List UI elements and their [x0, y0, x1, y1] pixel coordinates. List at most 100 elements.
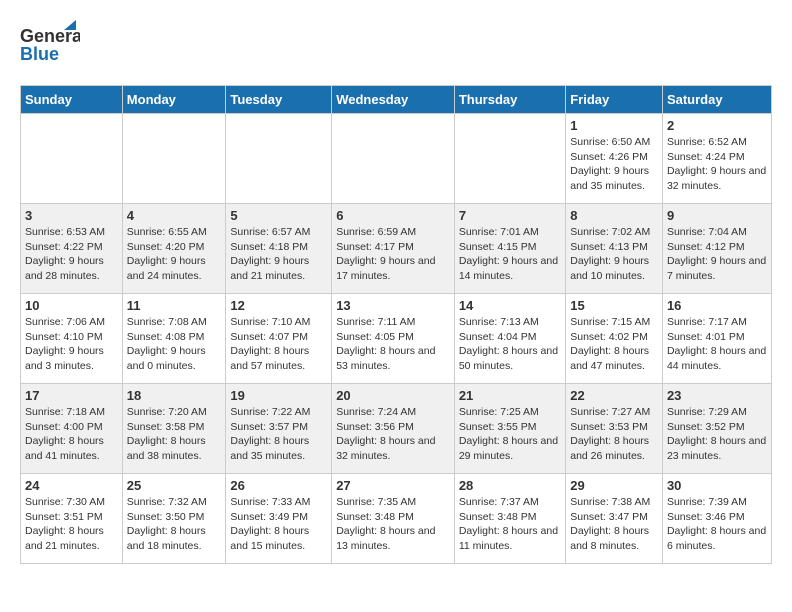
day-of-week-header: Wednesday	[332, 86, 455, 114]
calendar-day-cell: 22Sunrise: 7:27 AM Sunset: 3:53 PM Dayli…	[566, 384, 663, 474]
day-info: Sunrise: 7:10 AM Sunset: 4:07 PM Dayligh…	[230, 315, 327, 374]
day-info: Sunrise: 7:22 AM Sunset: 3:57 PM Dayligh…	[230, 405, 327, 464]
day-info: Sunrise: 7:30 AM Sunset: 3:51 PM Dayligh…	[25, 495, 118, 554]
day-info: Sunrise: 7:02 AM Sunset: 4:13 PM Dayligh…	[570, 225, 658, 284]
day-number: 15	[570, 298, 658, 313]
calendar-day-cell	[454, 114, 565, 204]
day-info: Sunrise: 6:50 AM Sunset: 4:26 PM Dayligh…	[570, 135, 658, 194]
day-of-week-header: Tuesday	[226, 86, 332, 114]
calendar-day-cell: 16Sunrise: 7:17 AM Sunset: 4:01 PM Dayli…	[662, 294, 771, 384]
calendar-week-row: 17 Sunrise: 7:18 AM Sunset: 4:00 PM Dayli…	[21, 384, 772, 474]
calendar-table: SundayMondayTuesdayWednesdayThursdayFrid…	[20, 85, 772, 564]
calendar-day-cell: 13 Sunrise: 7:11 AM Sunset: 4:05 PM Dayli…	[332, 294, 455, 384]
calendar-day-cell: 2 Sunrise: 6:52 AM Sunset: 4:24 PM Daylig…	[662, 114, 771, 204]
day-number: 8	[570, 208, 658, 223]
calendar-day-cell: 27Sunrise: 7:35 AM Sunset: 3:48 PM Dayli…	[332, 474, 455, 564]
day-number: 3	[25, 208, 118, 223]
day-number: 29	[570, 478, 658, 493]
calendar-week-row: 10 Sunrise: 7:06 AM Sunset: 4:10 PM Dayli…	[21, 294, 772, 384]
calendar-header-row: SundayMondayTuesdayWednesdayThursdayFrid…	[21, 86, 772, 114]
day-info: Sunrise: 7:33 AM Sunset: 3:49 PM Dayligh…	[230, 495, 327, 554]
calendar-day-cell: 1 Sunrise: 6:50 AM Sunset: 4:26 PM Daylig…	[566, 114, 663, 204]
day-info: Sunrise: 7:32 AM Sunset: 3:50 PM Dayligh…	[127, 495, 222, 554]
day-number: 27	[336, 478, 450, 493]
day-number: 25	[127, 478, 222, 493]
svg-text:Blue: Blue	[20, 44, 59, 64]
day-number: 26	[230, 478, 327, 493]
calendar-week-row: 24 Sunrise: 7:30 AM Sunset: 3:51 PM Dayli…	[21, 474, 772, 564]
calendar-day-cell	[21, 114, 123, 204]
day-number: 18	[127, 388, 222, 403]
calendar-day-cell: 10 Sunrise: 7:06 AM Sunset: 4:10 PM Dayli…	[21, 294, 123, 384]
day-info: Sunrise: 7:15 AM Sunset: 4:02 PM Dayligh…	[570, 315, 658, 374]
calendar-day-cell: 5 Sunrise: 6:57 AM Sunset: 4:18 PM Daylig…	[226, 204, 332, 294]
day-of-week-header: Friday	[566, 86, 663, 114]
day-info: Sunrise: 7:25 AM Sunset: 3:55 PM Dayligh…	[459, 405, 561, 464]
calendar-day-cell	[332, 114, 455, 204]
day-of-week-header: Saturday	[662, 86, 771, 114]
day-info: Sunrise: 6:59 AM Sunset: 4:17 PM Dayligh…	[336, 225, 450, 284]
day-info: Sunrise: 7:13 AM Sunset: 4:04 PM Dayligh…	[459, 315, 561, 374]
day-info: Sunrise: 7:20 AM Sunset: 3:58 PM Dayligh…	[127, 405, 222, 464]
day-number: 13	[336, 298, 450, 313]
day-number: 16	[667, 298, 767, 313]
calendar-day-cell: 3 Sunrise: 6:53 AM Sunset: 4:22 PM Daylig…	[21, 204, 123, 294]
day-info: Sunrise: 7:18 AM Sunset: 4:00 PM Dayligh…	[25, 405, 118, 464]
calendar-day-cell: 24 Sunrise: 7:30 AM Sunset: 3:51 PM Dayli…	[21, 474, 123, 564]
calendar-day-cell: 9 Sunrise: 7:04 AM Sunset: 4:12 PM Daylig…	[662, 204, 771, 294]
calendar-day-cell: 29Sunrise: 7:38 AM Sunset: 3:47 PM Dayli…	[566, 474, 663, 564]
day-number: 24	[25, 478, 118, 493]
calendar-week-row: 3 Sunrise: 6:53 AM Sunset: 4:22 PM Daylig…	[21, 204, 772, 294]
day-number: 30	[667, 478, 767, 493]
calendar-day-cell: 6Sunrise: 6:59 AM Sunset: 4:17 PM Daylig…	[332, 204, 455, 294]
day-number: 22	[570, 388, 658, 403]
day-info: Sunrise: 7:04 AM Sunset: 4:12 PM Dayligh…	[667, 225, 767, 284]
day-info: Sunrise: 7:06 AM Sunset: 4:10 PM Dayligh…	[25, 315, 118, 374]
calendar-day-cell: 30 Sunrise: 7:39 AM Sunset: 3:46 PM Dayli…	[662, 474, 771, 564]
day-number: 23	[667, 388, 767, 403]
day-info: Sunrise: 6:57 AM Sunset: 4:18 PM Dayligh…	[230, 225, 327, 284]
calendar-day-cell: 21 Sunrise: 7:25 AM Sunset: 3:55 PM Dayli…	[454, 384, 565, 474]
day-number: 2	[667, 118, 767, 133]
day-info: Sunrise: 6:53 AM Sunset: 4:22 PM Dayligh…	[25, 225, 118, 284]
day-info: Sunrise: 7:24 AM Sunset: 3:56 PM Dayligh…	[336, 405, 450, 464]
day-number: 5	[230, 208, 327, 223]
day-info: Sunrise: 7:39 AM Sunset: 3:46 PM Dayligh…	[667, 495, 767, 554]
logo: General Blue	[20, 20, 80, 75]
day-number: 17	[25, 388, 118, 403]
day-info: Sunrise: 7:01 AM Sunset: 4:15 PM Dayligh…	[459, 225, 561, 284]
day-number: 21	[459, 388, 561, 403]
calendar-day-cell: 18 Sunrise: 7:20 AM Sunset: 3:58 PM Dayli…	[122, 384, 226, 474]
calendar-day-cell: 25 Sunrise: 7:32 AM Sunset: 3:50 PM Dayli…	[122, 474, 226, 564]
day-info: Sunrise: 6:52 AM Sunset: 4:24 PM Dayligh…	[667, 135, 767, 194]
day-number: 12	[230, 298, 327, 313]
calendar-day-cell: 12 Sunrise: 7:10 AM Sunset: 4:07 PM Dayli…	[226, 294, 332, 384]
day-number: 9	[667, 208, 767, 223]
calendar-day-cell: 14 Sunrise: 7:13 AM Sunset: 4:04 PM Dayli…	[454, 294, 565, 384]
calendar-day-cell: 26 Sunrise: 7:33 AM Sunset: 3:49 PM Dayli…	[226, 474, 332, 564]
day-number: 14	[459, 298, 561, 313]
day-info: Sunrise: 7:29 AM Sunset: 3:52 PM Dayligh…	[667, 405, 767, 464]
calendar-day-cell: 4Sunrise: 6:55 AM Sunset: 4:20 PM Daylig…	[122, 204, 226, 294]
calendar-day-cell	[122, 114, 226, 204]
day-of-week-header: Sunday	[21, 86, 123, 114]
logo-icon: General Blue	[20, 20, 80, 75]
calendar-week-row: 1 Sunrise: 6:50 AM Sunset: 4:26 PM Daylig…	[21, 114, 772, 204]
day-number: 19	[230, 388, 327, 403]
day-number: 28	[459, 478, 561, 493]
day-info: Sunrise: 7:37 AM Sunset: 3:48 PM Dayligh…	[459, 495, 561, 554]
day-number: 1	[570, 118, 658, 133]
calendar-day-cell: 17 Sunrise: 7:18 AM Sunset: 4:00 PM Dayli…	[21, 384, 123, 474]
day-of-week-header: Monday	[122, 86, 226, 114]
calendar-day-cell: 23 Sunrise: 7:29 AM Sunset: 3:52 PM Dayli…	[662, 384, 771, 474]
calendar-day-cell: 11 Sunrise: 7:08 AM Sunset: 4:08 PM Dayli…	[122, 294, 226, 384]
day-info: Sunrise: 7:08 AM Sunset: 4:08 PM Dayligh…	[127, 315, 222, 374]
day-number: 10	[25, 298, 118, 313]
day-info: Sunrise: 7:11 AM Sunset: 4:05 PM Dayligh…	[336, 315, 450, 374]
day-number: 11	[127, 298, 222, 313]
day-number: 4	[127, 208, 222, 223]
calendar-day-cell: 19 Sunrise: 7:22 AM Sunset: 3:57 PM Dayli…	[226, 384, 332, 474]
header: General Blue	[20, 20, 772, 75]
day-number: 7	[459, 208, 561, 223]
day-of-week-header: Thursday	[454, 86, 565, 114]
